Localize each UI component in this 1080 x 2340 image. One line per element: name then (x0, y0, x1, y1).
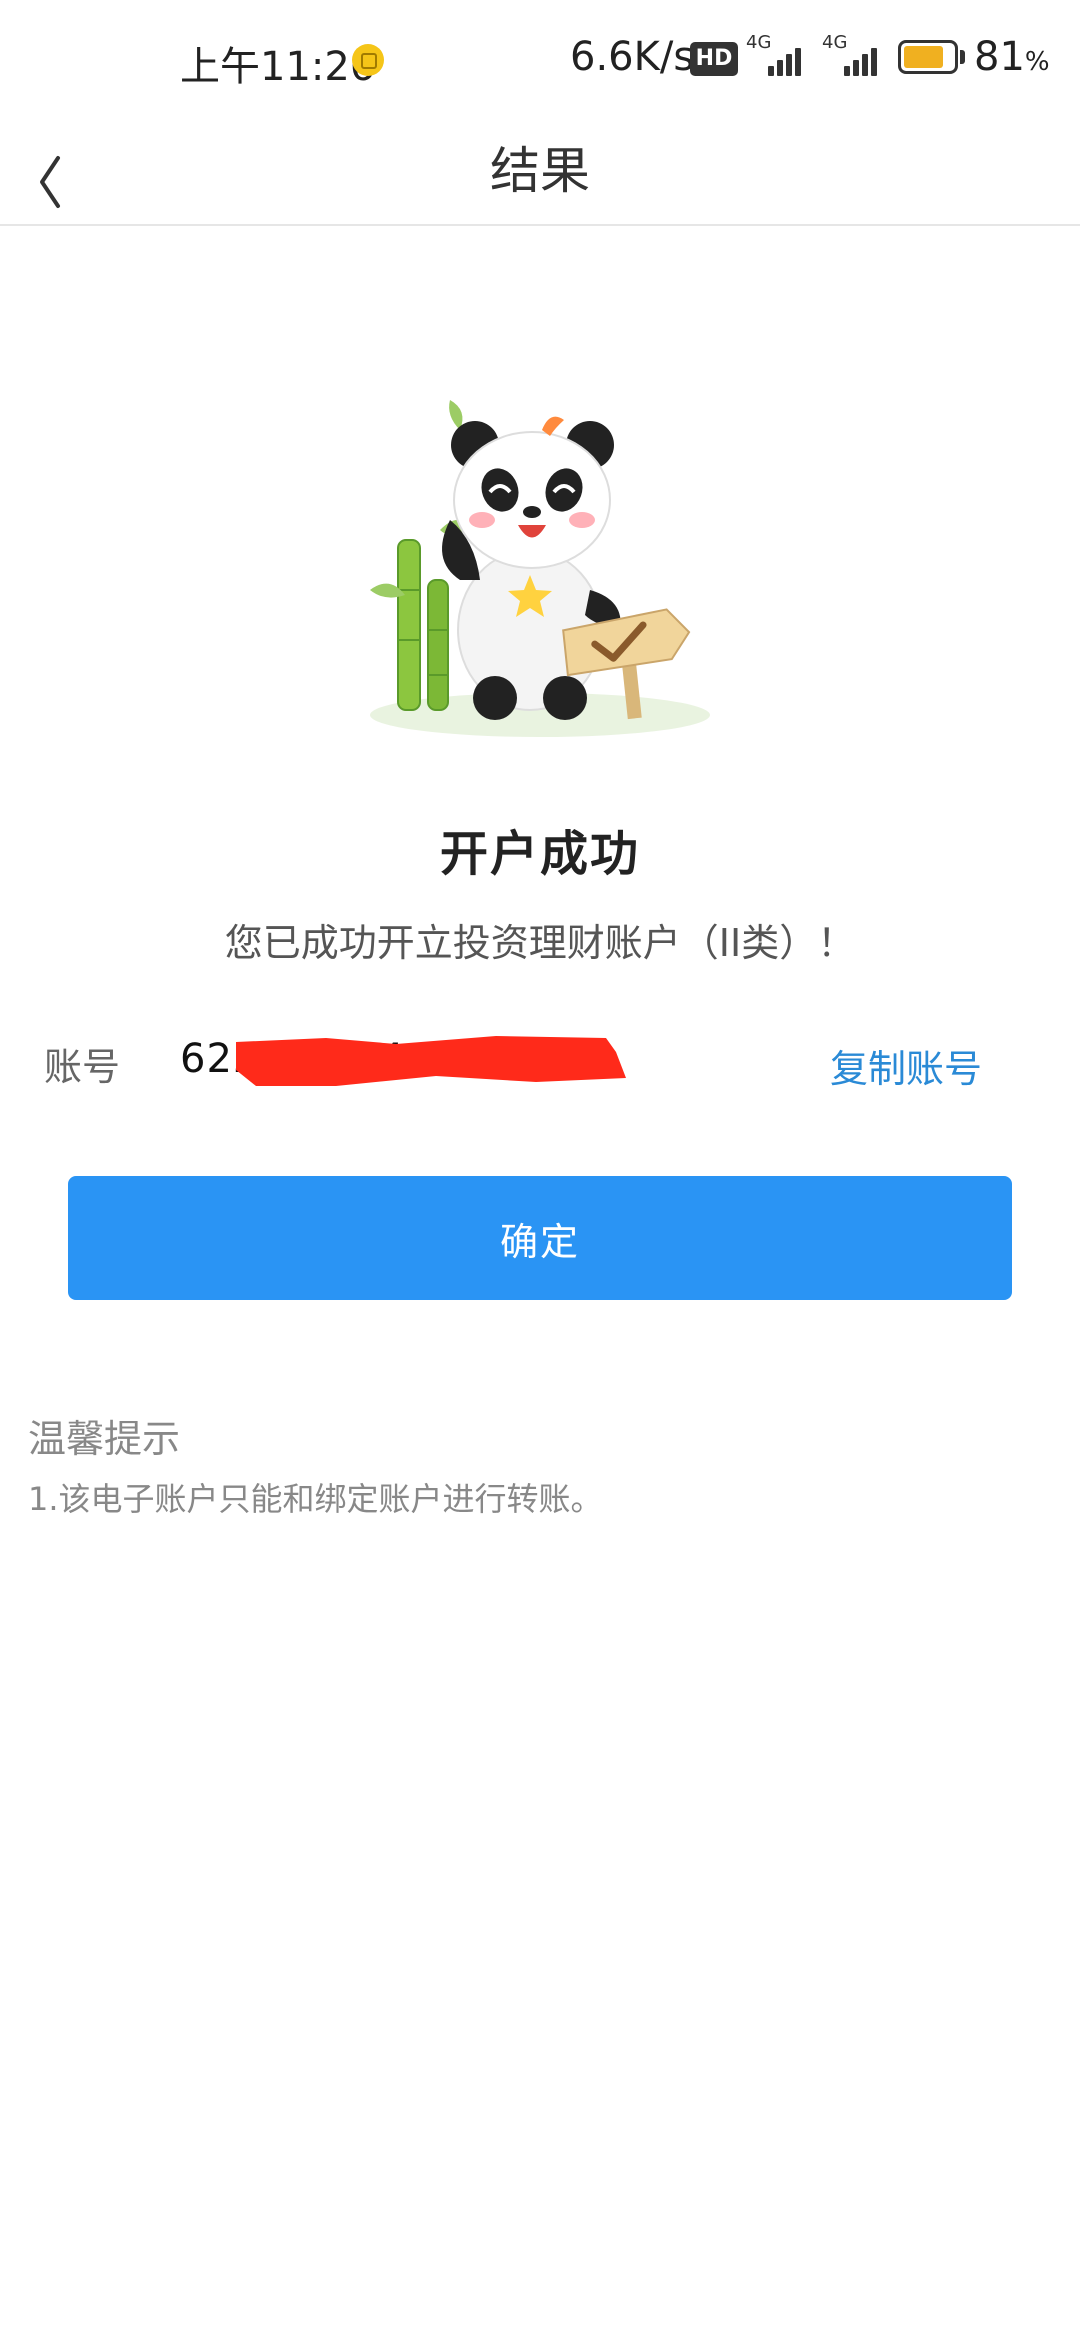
tips-item: 1.该电子账户只能和绑定账户进行转账。 (28, 1480, 603, 1518)
battery-icon (898, 40, 958, 74)
hd-voice-badge: HD (690, 42, 738, 76)
account-label: 账号 (44, 1045, 121, 1089)
panda-success-illustration (350, 380, 730, 750)
coin-notification-icon (352, 44, 384, 76)
battery-cap (960, 50, 965, 64)
battery-percent-unit: % (1024, 47, 1050, 77)
confirm-button[interactable]: 确定 (68, 1176, 1012, 1300)
signal-strength-icon-1 (768, 46, 808, 76)
account-row: 账号 6229970 4 复制账号 (0, 1030, 1080, 1100)
battery-percent-value: 81 (974, 34, 1025, 80)
copy-account-button[interactable]: 复制账号 (830, 1038, 982, 1093)
tips-title: 温馨提示 (28, 1417, 181, 1461)
status-bar: 上午11:26 6.6K/s HD 4G 4G 81% (0, 0, 1080, 120)
page-title: 结果 (490, 142, 590, 200)
result-title: 开户成功 (439, 826, 640, 882)
result-subtitle: 您已成功开立投资理财账户（II类）！ (224, 921, 856, 965)
signal-strength-icon-2 (844, 46, 884, 76)
navigation-bar: 结果 (0, 120, 1080, 226)
battery-percentage: 81% (974, 34, 1050, 80)
network-speed: 6.6K/s (570, 34, 695, 80)
redaction-scribble (236, 1036, 626, 1086)
status-time: 上午11:26 (180, 44, 376, 90)
battery-level-fill (904, 46, 943, 68)
